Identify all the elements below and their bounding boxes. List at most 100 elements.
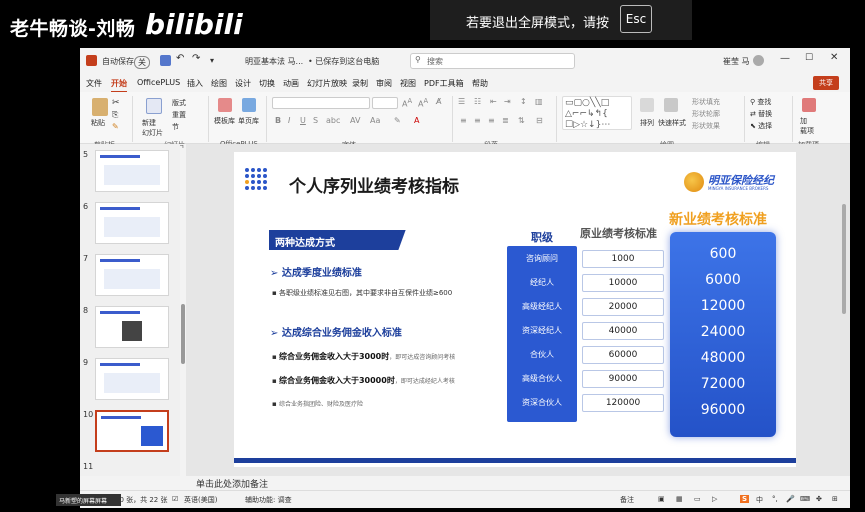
- tab-transitions[interactable]: 切换: [259, 78, 275, 89]
- slide-thumbnail[interactable]: [95, 306, 169, 348]
- bold-icon[interactable]: B: [275, 116, 281, 125]
- save-icon[interactable]: [160, 55, 171, 66]
- shadow-icon[interactable]: S: [313, 116, 318, 125]
- slide-thumbnail-active[interactable]: [95, 410, 169, 452]
- customize-qat-icon[interactable]: ▾: [210, 56, 214, 65]
- template-library-icon[interactable]: [218, 98, 232, 112]
- paste-label[interactable]: 粘贴: [91, 118, 105, 128]
- find-button[interactable]: ⚲ 查找: [750, 97, 771, 107]
- highlight-icon[interactable]: ✎: [394, 116, 401, 125]
- new-slide-label[interactable]: 新建 幻灯片: [142, 118, 163, 138]
- autosave-toggle[interactable]: 关: [134, 56, 150, 69]
- tab-design[interactable]: 设计: [235, 78, 251, 89]
- tab-slideshow[interactable]: 幻灯片放映: [307, 78, 347, 89]
- grid-icon[interactable]: ⊞: [832, 495, 838, 503]
- tab-help[interactable]: 帮助: [472, 78, 488, 89]
- italic-icon[interactable]: I: [288, 116, 290, 125]
- single-page-library-button[interactable]: 单页库: [238, 116, 259, 126]
- change-case-icon[interactable]: Aa: [370, 116, 380, 125]
- tab-view[interactable]: 视图: [400, 78, 416, 89]
- shape-outline-button[interactable]: 形状轮廓: [692, 109, 720, 119]
- strikethrough-icon[interactable]: abc: [326, 116, 340, 125]
- line-spacing-icon[interactable]: ↕: [520, 97, 527, 106]
- keyboard-icon[interactable]: ⌨: [800, 495, 810, 503]
- notes-button[interactable]: 备注: [620, 495, 634, 505]
- format-painter-icon[interactable]: ✎: [112, 122, 119, 131]
- shape-fill-button[interactable]: 形状填充: [692, 97, 720, 107]
- underline-icon[interactable]: U: [300, 116, 306, 125]
- align-text-icon[interactable]: ⊟: [536, 116, 543, 125]
- tab-draw[interactable]: 绘图: [211, 78, 227, 89]
- tab-insert[interactable]: 插入: [187, 78, 203, 89]
- char-spacing-icon[interactable]: AV: [350, 116, 360, 125]
- font-size-dropdown[interactable]: [372, 97, 398, 109]
- normal-view-icon[interactable]: ▣: [658, 495, 665, 503]
- tab-record[interactable]: 录制: [352, 78, 368, 89]
- thumbnail-scrollbar[interactable]: [181, 304, 185, 364]
- tab-animations[interactable]: 动画: [283, 78, 299, 89]
- slide-thumbnail[interactable]: [95, 150, 169, 192]
- single-page-library-icon[interactable]: [242, 98, 256, 112]
- text-direction-icon[interactable]: ⇅: [518, 116, 525, 125]
- shapes-gallery[interactable]: ▭▢○╲╲□ △⌐⌐↳↰{☐▷☆↓}⋯: [562, 96, 632, 130]
- section-button[interactable]: 节: [172, 122, 179, 132]
- align-right-icon[interactable]: ≡: [488, 116, 495, 125]
- slide-thumbnail[interactable]: [95, 254, 169, 296]
- justify-icon[interactable]: ≣: [502, 116, 509, 125]
- slide-thumbnail[interactable]: [95, 202, 169, 244]
- shape-effects-button[interactable]: 形状效果: [692, 121, 720, 131]
- slide-scrollbar[interactable]: [842, 204, 846, 314]
- numbering-icon[interactable]: ☷: [474, 97, 481, 106]
- font-color-icon[interactable]: A: [414, 116, 419, 125]
- reset-button[interactable]: 重置: [172, 110, 186, 120]
- font-shrink-icon[interactable]: AA: [418, 97, 428, 109]
- undo-icon[interactable]: ↶: [176, 53, 184, 64]
- align-left-icon[interactable]: ≡: [460, 116, 467, 125]
- align-center-icon[interactable]: ≡: [474, 116, 481, 125]
- minimize-icon[interactable]: —: [780, 53, 790, 64]
- quick-styles-button[interactable]: 快速样式: [658, 118, 686, 128]
- ime-punct-icon[interactable]: °,: [772, 495, 778, 503]
- reading-view-icon[interactable]: ▭: [694, 495, 701, 503]
- cut-icon[interactable]: ✂: [112, 98, 120, 108]
- quick-styles-icon[interactable]: [664, 98, 678, 112]
- avatar[interactable]: [753, 55, 764, 66]
- tab-officeplus[interactable]: OfficePLUS: [137, 78, 180, 87]
- addins-icon[interactable]: [802, 98, 816, 112]
- font-grow-icon[interactable]: AA: [402, 97, 412, 109]
- search-input[interactable]: ⚲ 搜索: [410, 53, 575, 69]
- bullets-icon[interactable]: ☰: [458, 97, 465, 106]
- addins-button[interactable]: 加载项: [800, 116, 814, 136]
- indent-decrease-icon[interactable]: ⇤: [490, 97, 497, 106]
- slide-sorter-icon[interactable]: ▦: [676, 495, 683, 503]
- close-icon[interactable]: ✕: [830, 52, 838, 63]
- replace-button[interactable]: ⇄ 替换: [750, 109, 772, 119]
- indent-increase-icon[interactable]: ⇥: [504, 97, 511, 106]
- tab-home[interactable]: 开始: [111, 78, 127, 93]
- new-slide-icon[interactable]: [146, 98, 162, 114]
- notes-pane[interactable]: 单击此处添加备注: [186, 476, 850, 490]
- paste-icon[interactable]: [92, 98, 108, 116]
- redo-icon[interactable]: ↷: [192, 53, 200, 64]
- select-button[interactable]: ⬉ 选择: [750, 121, 772, 131]
- share-button[interactable]: 共享: [813, 76, 839, 90]
- maximize-icon[interactable]: ☐: [805, 53, 813, 63]
- tab-review[interactable]: 审阅: [376, 78, 392, 89]
- ime-chinese-icon[interactable]: 中: [756, 495, 763, 505]
- tab-file[interactable]: 文件: [86, 78, 102, 89]
- font-name-dropdown[interactable]: [272, 97, 370, 109]
- language-indicator[interactable]: 英语(美国): [184, 495, 217, 505]
- copy-icon[interactable]: ⎘: [112, 110, 118, 120]
- slide-canvas[interactable]: 个人序列业绩考核指标 明亚保险经纪 MINGYA INSURANCE BROKE…: [234, 152, 796, 467]
- skin-icon[interactable]: ✤: [816, 495, 822, 503]
- spellcheck-icon[interactable]: ☑: [172, 495, 178, 503]
- microphone-icon[interactable]: 🎤: [786, 495, 795, 503]
- tab-pdf-toolbox[interactable]: PDF工具箱: [424, 78, 464, 89]
- accessibility-status[interactable]: 辅助功能: 调查: [245, 495, 292, 505]
- arrange-button[interactable]: 排列: [640, 118, 654, 128]
- ime-sogou-icon[interactable]: S: [740, 495, 750, 503]
- slide-thumbnail[interactable]: [95, 358, 169, 400]
- esc-key[interactable]: Esc: [620, 5, 652, 33]
- clear-format-icon[interactable]: A̸: [436, 97, 441, 106]
- template-library-button[interactable]: 模板库: [214, 116, 235, 126]
